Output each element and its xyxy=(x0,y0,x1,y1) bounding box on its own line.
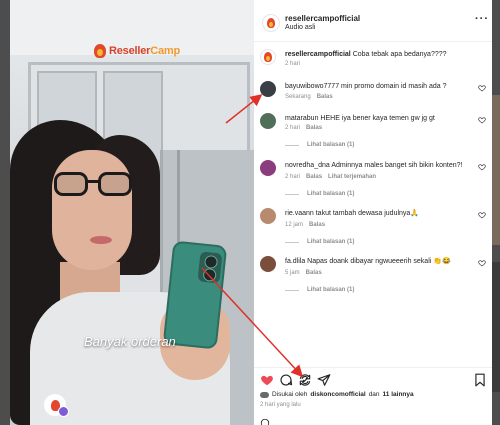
commenter-avatar[interactable] xyxy=(260,113,276,129)
likes-summary[interactable]: Disukai oleh diskoncomofficial dan 11 la… xyxy=(260,391,414,398)
comment-time: 2 hari xyxy=(285,174,301,180)
comment-text: bayuwibowo7777 min promo domain id masih… xyxy=(285,83,447,90)
person-face xyxy=(52,150,132,270)
reel-video[interactable]: ResellerCamp Banyak orderan xyxy=(10,0,254,425)
view-replies-button[interactable]: Lihat balasan (1) xyxy=(285,287,354,293)
comment-time: 12 jam xyxy=(285,222,304,228)
likes-user[interactable]: diskoncomofficial xyxy=(310,391,365,398)
post-header: resellercampofficial Audio asli ··· xyxy=(254,0,492,42)
view-replies-label: Lihat balasan (1) xyxy=(307,191,355,197)
translate-button[interactable]: Lihat terjemahan xyxy=(328,174,376,180)
reply-button[interactable]: Balas xyxy=(306,270,322,276)
commenter-avatar[interactable] xyxy=(260,256,276,272)
person-lips xyxy=(90,236,112,244)
comment-text: fa.dlila Napas doank dibayar ngwueeerih … xyxy=(285,258,451,265)
comment-text: novredha_dna Adminnya males banget sih b… xyxy=(285,162,463,169)
like-comment-heart-icon[interactable] xyxy=(478,163,486,171)
brand-name-part2: Camp xyxy=(150,45,180,57)
repost-icon[interactable] xyxy=(298,373,312,387)
share-send-icon[interactable] xyxy=(317,373,331,387)
like-comment-heart-icon[interactable] xyxy=(478,116,486,124)
commenter-avatar[interactable] xyxy=(260,208,276,224)
flame-icon xyxy=(94,44,106,58)
view-replies-button[interactable]: Lihat balasan (1) xyxy=(285,142,354,148)
next-post-preview[interactable] xyxy=(492,95,500,245)
comments-panel: resellercampofficial Audio asli ··· rese… xyxy=(254,0,492,425)
view-replies-button[interactable]: Lihat balasan (1) xyxy=(285,191,354,197)
like-comment-heart-icon[interactable] xyxy=(478,84,486,92)
comment-text: rie.vaann takut tambah dewasa judulnya🙏 xyxy=(285,210,420,217)
commenter-avatar[interactable] xyxy=(260,81,276,97)
collab-badge-icon xyxy=(58,406,69,417)
backdrop-left-edge xyxy=(0,0,10,425)
like-comment-heart-icon[interactable] xyxy=(478,259,486,267)
brand-name-part1: Reseller xyxy=(109,45,151,57)
likes-prefix: Disukai oleh xyxy=(272,391,308,398)
next-post-preview-2[interactable] xyxy=(492,262,500,392)
post-action-bar xyxy=(254,367,492,389)
view-replies-button[interactable]: Lihat balasan (1) xyxy=(285,239,354,245)
comment-time: 5 jam xyxy=(285,270,300,276)
emoji-icon[interactable] xyxy=(260,418,270,425)
comment-time: 2 hari xyxy=(285,125,301,131)
view-replies-label: Lihat balasan (1) xyxy=(307,239,355,245)
reply-button[interactable]: Balas xyxy=(317,94,333,100)
brand-logo: ResellerCamp xyxy=(94,44,180,58)
caption-text: Coba tebak apa bedanya???? xyxy=(352,51,447,58)
caption-time: 2 hari xyxy=(285,61,301,67)
likes-others[interactable]: 11 lainnya xyxy=(383,391,414,398)
view-replies-label: Lihat balasan (1) xyxy=(307,287,355,293)
reply-button[interactable]: Balas xyxy=(306,125,322,131)
more-options-icon[interactable]: ··· xyxy=(475,13,489,25)
audio-link[interactable]: Audio asli xyxy=(285,24,315,31)
caption-avatar[interactable] xyxy=(260,49,276,65)
comment-time: Sekarang xyxy=(285,94,311,100)
video-caption: Banyak orderan xyxy=(84,334,176,349)
heart-liked-icon[interactable] xyxy=(260,373,274,387)
liker-avatar xyxy=(260,391,269,398)
reply-button[interactable]: Balas xyxy=(306,174,322,180)
comment-text: matarabun HEHE iya bener kaya temen gw j… xyxy=(285,115,435,122)
glasses xyxy=(54,172,136,196)
view-replies-label: Lihat balasan (1) xyxy=(307,142,355,148)
commenter-avatar[interactable] xyxy=(260,160,276,176)
bookmark-icon[interactable] xyxy=(473,373,487,387)
post-timestamp: 2 hari yang lalu xyxy=(260,402,301,408)
reply-button[interactable]: Balas xyxy=(309,222,325,228)
likes-joiner: dan xyxy=(368,391,380,398)
flame-icon xyxy=(267,18,275,28)
account-username[interactable]: resellercampofficial xyxy=(285,14,360,23)
account-avatar[interactable] xyxy=(262,14,280,32)
like-comment-heart-icon[interactable] xyxy=(478,211,486,219)
caption-username[interactable]: resellercampofficial xyxy=(285,51,351,58)
flame-icon xyxy=(264,52,272,62)
comment-icon[interactable] xyxy=(279,373,293,387)
